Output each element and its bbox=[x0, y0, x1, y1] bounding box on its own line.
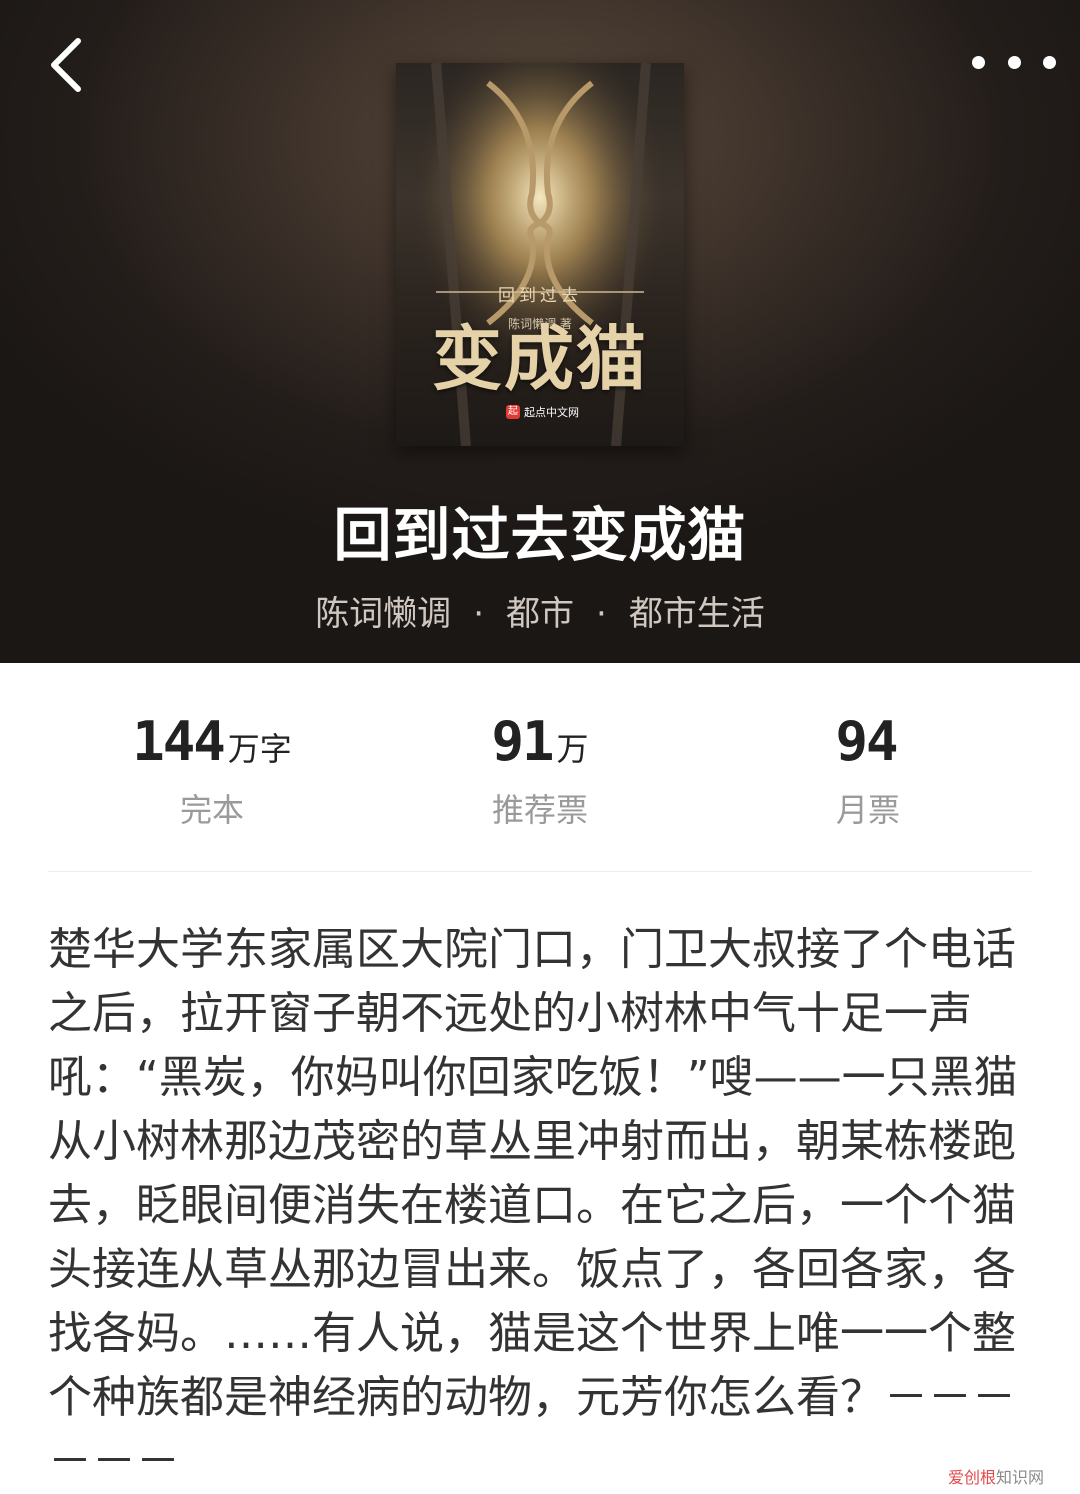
book-stats: 144 万字 完本 91 万 推荐票 94 月票 bbox=[0, 710, 1080, 840]
stat-value: 94 bbox=[835, 710, 898, 773]
book-header-hero: 陈词懒调 著 回到过去 变成猫 起 起点中文网 回到过去变成猫 陈词懒调 · 都市 ·… bbox=[0, 0, 1080, 663]
subcategory-link[interactable]: 都市生活 bbox=[629, 594, 765, 634]
back-button[interactable] bbox=[36, 30, 96, 100]
category-link[interactable]: 都市 bbox=[506, 594, 574, 634]
stat-unit: 万字 bbox=[227, 730, 292, 768]
publisher-logo-icon: 起 bbox=[506, 405, 520, 419]
stat-value-line: 91 万 bbox=[390, 710, 690, 773]
watermark-suffix: 知识网 bbox=[996, 1468, 1045, 1487]
section-divider bbox=[48, 871, 1032, 872]
book-description[interactable]: 楚华大学东家属区大院门口，门卫大叔接了个电话之后，拉开窗子朝不远处的小树林中气十… bbox=[48, 918, 1018, 1494]
stat-monthly-votes[interactable]: 94 月票 bbox=[718, 710, 1018, 831]
cover-title: 变成猫 bbox=[432, 317, 648, 400]
more-options-button[interactable] bbox=[972, 40, 1056, 84]
chevron-left-icon bbox=[51, 38, 81, 92]
meta-separator: · bbox=[596, 594, 607, 634]
watermark: 爱创根知识网 bbox=[944, 1464, 1049, 1488]
stat-unit: 万 bbox=[556, 730, 589, 768]
stat-value: 91 bbox=[491, 710, 554, 773]
stat-value-line: 94 bbox=[718, 710, 1018, 773]
book-meta: 陈词懒调 · 都市 · 都市生活 bbox=[0, 586, 1080, 635]
book-cover[interactable]: 陈词懒调 著 回到过去 变成猫 起 起点中文网 bbox=[396, 63, 684, 446]
stat-recommend-votes[interactable]: 91 万 推荐票 bbox=[390, 710, 690, 831]
stat-value: 144 bbox=[132, 710, 226, 773]
more-dot bbox=[1043, 55, 1056, 69]
cover-publisher: 起 起点中文网 bbox=[506, 404, 579, 420]
book-title: 回到过去变成猫 bbox=[333, 501, 747, 569]
stat-label: 推荐票 bbox=[491, 791, 588, 829]
more-dot bbox=[1007, 55, 1021, 69]
stat-label: 完本 bbox=[179, 791, 244, 829]
author-link[interactable]: 陈词懒调 bbox=[315, 594, 451, 634]
stat-label: 月票 bbox=[835, 791, 900, 829]
publisher-name: 起点中文网 bbox=[524, 406, 579, 419]
meta-separator: · bbox=[473, 594, 484, 634]
stat-value-line: 144 万字 bbox=[62, 710, 362, 773]
more-dots-icon bbox=[972, 55, 985, 69]
stat-word-count: 144 万字 完本 bbox=[62, 710, 362, 831]
watermark-brand: 爱创根 bbox=[948, 1468, 997, 1487]
